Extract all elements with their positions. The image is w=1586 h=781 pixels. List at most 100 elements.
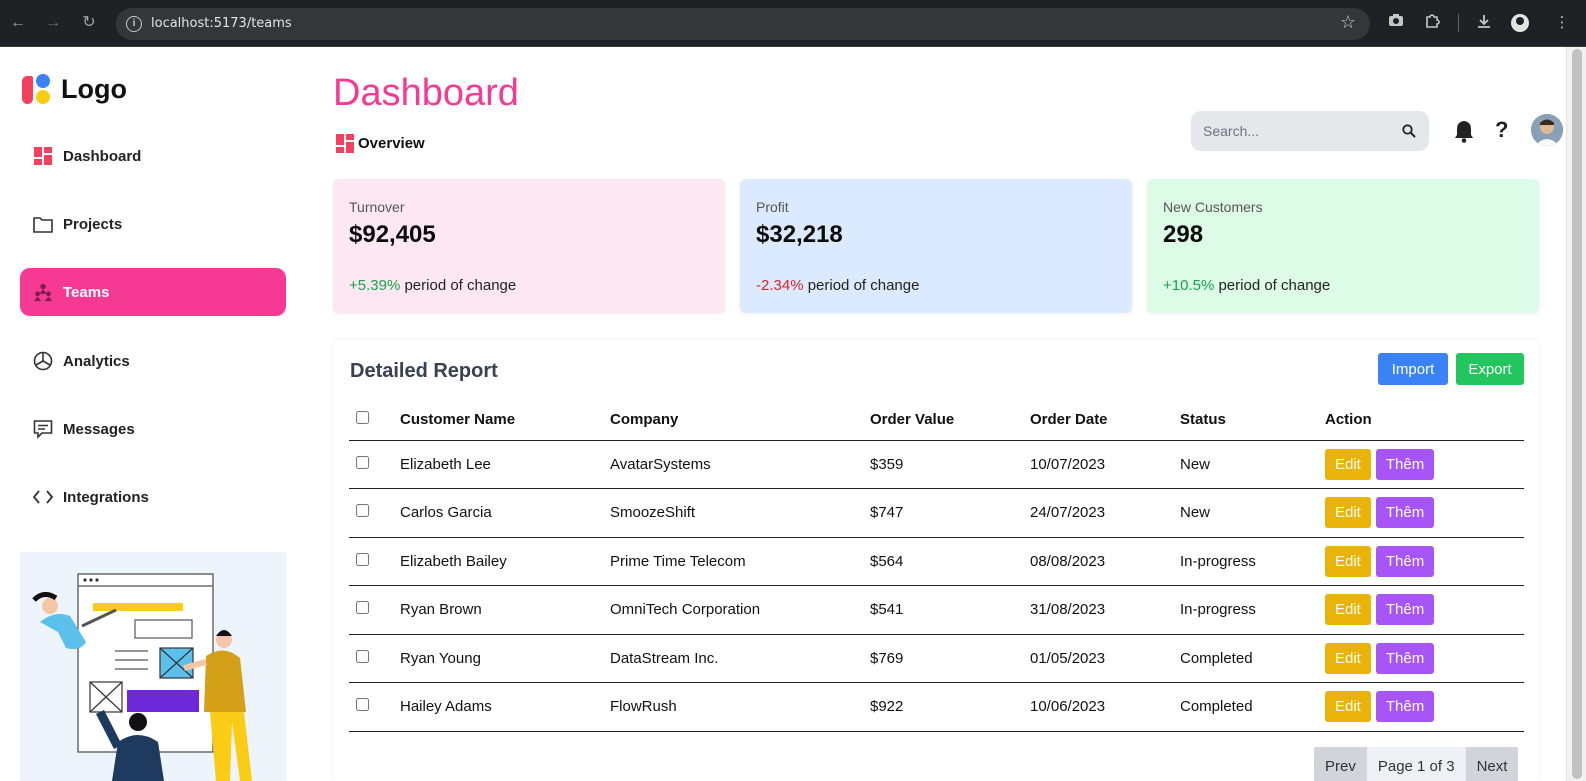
stat-card-turnover: Turnover $92,405 +5.39% period of change [333, 179, 725, 313]
cell-order-date: 31/08/2023 [1030, 585, 1180, 635]
table-row: Ryan Young DataStream Inc. $769 01/05/2023 C… [349, 634, 1524, 683]
stat-card-new-customers: New Customers 298 +10.5% period of chang… [1147, 179, 1539, 313]
sidebar-item-projects[interactable]: Projects [20, 200, 286, 248]
change-percent: +10.5% [1163, 277, 1215, 294]
column-header[interactable]: Order Value [870, 400, 1030, 441]
cell-order-date: 08/08/2023 [1030, 537, 1180, 586]
row-checkbox[interactable] [356, 552, 369, 566]
column-header[interactable]: Company [610, 400, 870, 441]
more-button[interactable]: Thêm [1375, 448, 1435, 480]
column-header[interactable]: Status [1180, 400, 1325, 441]
card-value: $32,218 [756, 221, 843, 248]
edit-button[interactable]: Edit [1325, 545, 1371, 577]
table-row: Ryan Brown OmniTech Corporation $541 31/08/… [349, 585, 1524, 635]
card-change: +5.39% period of change [349, 277, 516, 294]
change-text: period of change [1214, 277, 1331, 294]
team-illustration [20, 552, 286, 781]
card-value: $92,405 [349, 221, 436, 248]
row-checkbox[interactable] [356, 601, 369, 615]
sidebar-item-messages[interactable]: Messages [20, 405, 286, 453]
cell-status: New [1180, 488, 1325, 538]
prev-page-button[interactable]: Prev [1314, 747, 1367, 781]
breadcrumb-label: Overview [358, 135, 425, 152]
sidebar-item-analytics[interactable]: Analytics [20, 337, 286, 385]
select-all-checkbox[interactable] [356, 411, 369, 425]
sidebar-item-teams[interactable]: Teams [20, 268, 286, 316]
extensions-icon[interactable] [1422, 13, 1442, 33]
back-icon[interactable]: ← [7, 12, 29, 34]
more-button[interactable]: Thêm [1375, 642, 1435, 674]
address-bar[interactable]: i localhost:5173/teams ☆ [116, 8, 1370, 40]
table-header-row: Customer Name Company Order Value Order … [349, 400, 1524, 441]
download-icon[interactable] [1474, 13, 1494, 33]
sidebar-item-dashboard[interactable]: Dashboard [20, 132, 286, 180]
change-percent: +5.39% [349, 277, 401, 294]
more-button[interactable]: Thêm [1375, 594, 1435, 626]
search-input[interactable] [1191, 111, 1391, 151]
more-button[interactable]: Thêm [1375, 497, 1435, 529]
import-button[interactable]: Import [1378, 353, 1448, 385]
logo[interactable]: Logo [22, 72, 127, 106]
edit-button[interactable]: Edit [1325, 448, 1371, 480]
orders-table: Customer Name Company Order Value Order … [349, 400, 1524, 732]
page-title: Dashboard [333, 72, 519, 114]
more-button[interactable]: Thêm [1375, 691, 1435, 723]
more-button[interactable]: Thêm [1375, 545, 1435, 577]
cell-order-date: 10/07/2023 [1030, 440, 1180, 489]
profile-icon[interactable] [1511, 14, 1529, 32]
cell-company: AvatarSystems [610, 440, 870, 489]
row-select-cell [349, 634, 400, 683]
search-icon[interactable] [1401, 123, 1417, 139]
change-text: period of change [803, 277, 920, 294]
cell-order-date: 10/06/2023 [1030, 682, 1180, 732]
scrollbar-thumb[interactable] [1572, 49, 1582, 779]
browser-toolbar: ← → ↻ i localhost:5173/teams ☆ ⋮ [0, 0, 1586, 47]
next-page-button[interactable]: Next [1465, 747, 1519, 781]
bookmark-star-icon[interactable]: ☆ [1340, 12, 1356, 33]
edit-button[interactable]: Edit [1325, 691, 1371, 723]
edit-button[interactable]: Edit [1325, 594, 1371, 626]
camera-icon[interactable] [1386, 13, 1406, 33]
row-checkbox[interactable] [356, 455, 369, 469]
forward-icon[interactable]: → [42, 12, 64, 34]
reload-icon[interactable]: ↻ [78, 12, 100, 34]
row-checkbox[interactable] [356, 649, 369, 663]
cell-actions: Edit Thêm [1325, 537, 1524, 586]
card-change: -2.34% period of change [756, 277, 919, 294]
card-value: 298 [1163, 221, 1204, 248]
search-box[interactable] [1191, 111, 1429, 151]
avatar[interactable] [1531, 114, 1563, 146]
sidebar-item-label: Projects [63, 215, 123, 233]
dashboard-grid-icon [335, 133, 355, 154]
edit-button[interactable]: Edit [1325, 497, 1371, 529]
cell-company: DataStream Inc. [610, 634, 870, 683]
row-select-cell [349, 440, 400, 489]
table-row: Elizabeth Bailey Prime Time Telecom $564 08… [349, 537, 1524, 586]
notification-bell-icon[interactable] [1453, 119, 1475, 143]
cell-customer-name: Elizabeth Bailey [400, 537, 610, 586]
row-select-cell [349, 682, 400, 732]
page-scrollbar[interactable] [1566, 47, 1586, 781]
sidebar-item-label: Dashboard [63, 147, 142, 165]
column-header[interactable]: Order Date [1030, 400, 1180, 441]
breadcrumb[interactable]: Overview [335, 133, 425, 154]
logo-text: Logo [61, 73, 127, 104]
card-label: Profit [756, 199, 789, 215]
sidebar-item-label: Integrations [63, 488, 149, 506]
pie-chart-icon [33, 351, 53, 371]
cell-order-value: $541 [870, 585, 1030, 635]
pagination: Prev Page 1 of 3 Next [1314, 747, 1519, 781]
export-button[interactable]: Export [1456, 353, 1524, 385]
row-checkbox[interactable] [356, 698, 369, 712]
help-icon[interactable]: ? [1495, 117, 1508, 143]
row-checkbox[interactable] [356, 504, 369, 518]
info-icon[interactable]: i [126, 16, 142, 32]
cell-order-value: $769 [870, 634, 1030, 683]
cell-order-date: 24/07/2023 [1030, 488, 1180, 538]
sidebar-item-integrations[interactable]: Integrations [20, 473, 286, 521]
edit-button[interactable]: Edit [1325, 642, 1371, 674]
column-header[interactable]: Customer Name [400, 400, 610, 441]
card-label: Turnover [349, 199, 405, 215]
row-select-cell [349, 537, 400, 586]
menu-icon[interactable]: ⋮ [1552, 13, 1572, 33]
